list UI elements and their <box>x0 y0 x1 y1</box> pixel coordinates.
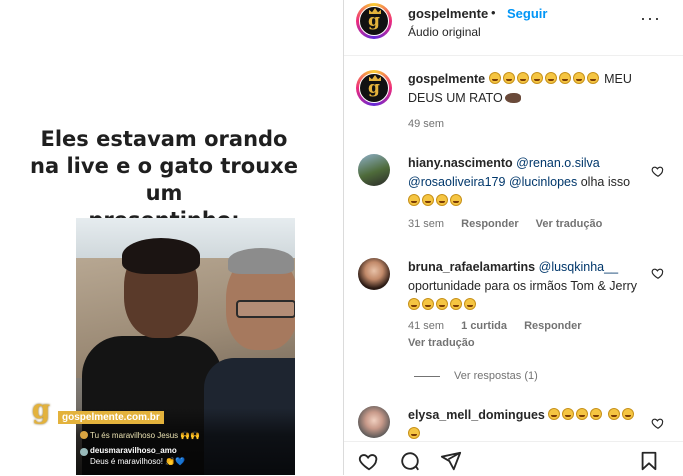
laughing-emoji-icon <box>572 72 585 84</box>
comment-meta: Ver tradução <box>408 337 489 349</box>
live-chat-line: Tu és maravilhoso Jesus 🙌🙌 <box>90 431 201 440</box>
gospelmente-logo-icon: g <box>368 77 380 98</box>
caption-avatar[interactable]: g <box>356 70 392 106</box>
comment-text: bruna_rafaelamartins @lusqkinha__ oportu… <box>408 258 638 315</box>
comment-meta: 31 sem Responder Ver tradução <box>408 218 616 230</box>
comment-username[interactable]: bruna_rafaelamartins <box>408 260 535 274</box>
laughing-emoji-icon <box>558 72 571 84</box>
follow-button[interactable]: Seguir <box>507 6 547 21</box>
comment-body: oportunidade para os irmãos Tom & Jerry <box>408 279 638 293</box>
live-chat-username: deusmaravilhoso_amo <box>90 446 177 455</box>
bookmark-icon[interactable] <box>638 450 660 472</box>
post-side-panel: g gospelmente • Seguir Áudio original ··… <box>344 0 683 475</box>
live-chat-line: Deus é maravilhoso! 👏💙 <box>90 457 186 466</box>
chat-avatar <box>80 448 88 456</box>
reply-button[interactable]: Responder <box>524 320 581 332</box>
translate-button[interactable]: Ver tradução <box>408 337 475 349</box>
comment-icon[interactable] <box>399 450 421 472</box>
grinning-emoji-group <box>408 194 464 208</box>
mention-link[interactable]: @rosaoliveira179 <box>408 175 505 189</box>
comment-time: 41 sem <box>408 320 445 332</box>
commenter-avatar[interactable] <box>358 406 390 438</box>
profile-username-link[interactable]: gospelmente <box>408 6 488 21</box>
video-frame[interactable]: Tu és maravilhoso Jesus 🙌🙌 deusmaravilho… <box>76 218 295 475</box>
view-replies-button[interactable]: Ver respostas (1) <box>414 370 538 382</box>
laughing-emoji-icon <box>502 72 515 84</box>
person-right-hair <box>228 248 294 274</box>
laughing-emoji-icon <box>530 72 543 84</box>
audio-label[interactable]: Áudio original <box>408 25 481 39</box>
mention-link[interactable]: @lucinlopes <box>509 175 577 189</box>
rat-emoji-icon <box>504 93 521 103</box>
commenter-avatar[interactable] <box>358 154 390 186</box>
profile-avatar[interactable]: g <box>356 3 392 39</box>
comment-meta: 41 sem 1 curtida Responder <box>408 320 596 332</box>
laughing-emoji-icon <box>544 72 557 84</box>
laughing-emoji-icon <box>586 72 599 84</box>
person-left-hair <box>122 238 200 274</box>
laughing-emoji-icon <box>516 72 529 84</box>
chat-avatar <box>80 431 88 439</box>
caption-username[interactable]: gospelmente <box>408 72 485 86</box>
heart-icon[interactable] <box>651 416 665 430</box>
avatar-image: g <box>359 6 389 36</box>
comment-time: 31 sem <box>408 218 445 230</box>
post-header: g gospelmente • Seguir Áudio original ··… <box>344 0 683 56</box>
comments-list[interactable]: g gospelmente MEU DEUS UM RATO 49 sem hi… <box>344 56 683 441</box>
post-action-bar <box>344 441 683 476</box>
translate-button[interactable]: Ver tradução <box>536 218 603 230</box>
more-dots-icon[interactable]: ··· <box>640 8 661 29</box>
mention-link[interactable]: @lusqkinha__ <box>539 260 618 274</box>
avatar-image: g <box>359 73 389 103</box>
heart-icon[interactable] <box>358 450 380 472</box>
replies-line <box>414 375 440 377</box>
heart-icon[interactable] <box>651 164 665 178</box>
laughing-emoji-icon <box>488 72 501 84</box>
instagram-post-modal: Eles estavam orando na live e o gato tro… <box>0 0 683 475</box>
share-icon[interactable] <box>440 450 462 472</box>
gospelmente-watermark: g gospelmente.com.br <box>32 395 182 431</box>
laughing-emoji-group <box>488 72 601 86</box>
comment-text: hiany.nascimento @renan.o.silva @rosaoli… <box>408 154 638 211</box>
heart-icon[interactable] <box>651 266 665 280</box>
reply-button[interactable]: Responder <box>461 218 518 230</box>
laughing-emoji-group <box>408 298 478 312</box>
view-replies-label: Ver respostas (1) <box>454 370 538 382</box>
comment-body: olha isso <box>580 175 631 189</box>
commenter-avatar[interactable] <box>358 258 390 290</box>
watermark-text: gospelmente.com.br <box>58 411 164 424</box>
likes-count[interactable]: 1 curtida <box>461 320 507 332</box>
comment-username[interactable]: elysa_mell_domingues <box>408 408 545 422</box>
post-media[interactable]: Eles estavam orando na live e o gato tro… <box>4 0 344 475</box>
comment-text: elysa_mell_domingues <box>408 406 638 441</box>
glasses <box>236 300 295 318</box>
caption-meta: 49 sem <box>408 118 458 130</box>
comment-username[interactable]: hiany.nascimento <box>408 156 513 170</box>
caption-text: gospelmente MEU DEUS UM RATO <box>408 70 638 108</box>
gospelmente-logo-icon: g <box>368 10 380 31</box>
mention-link[interactable]: @renan.o.silva <box>516 156 600 170</box>
watermark-logo: g <box>32 395 51 425</box>
separator-dot: • <box>491 5 496 20</box>
caption-time: 49 sem <box>408 118 445 130</box>
